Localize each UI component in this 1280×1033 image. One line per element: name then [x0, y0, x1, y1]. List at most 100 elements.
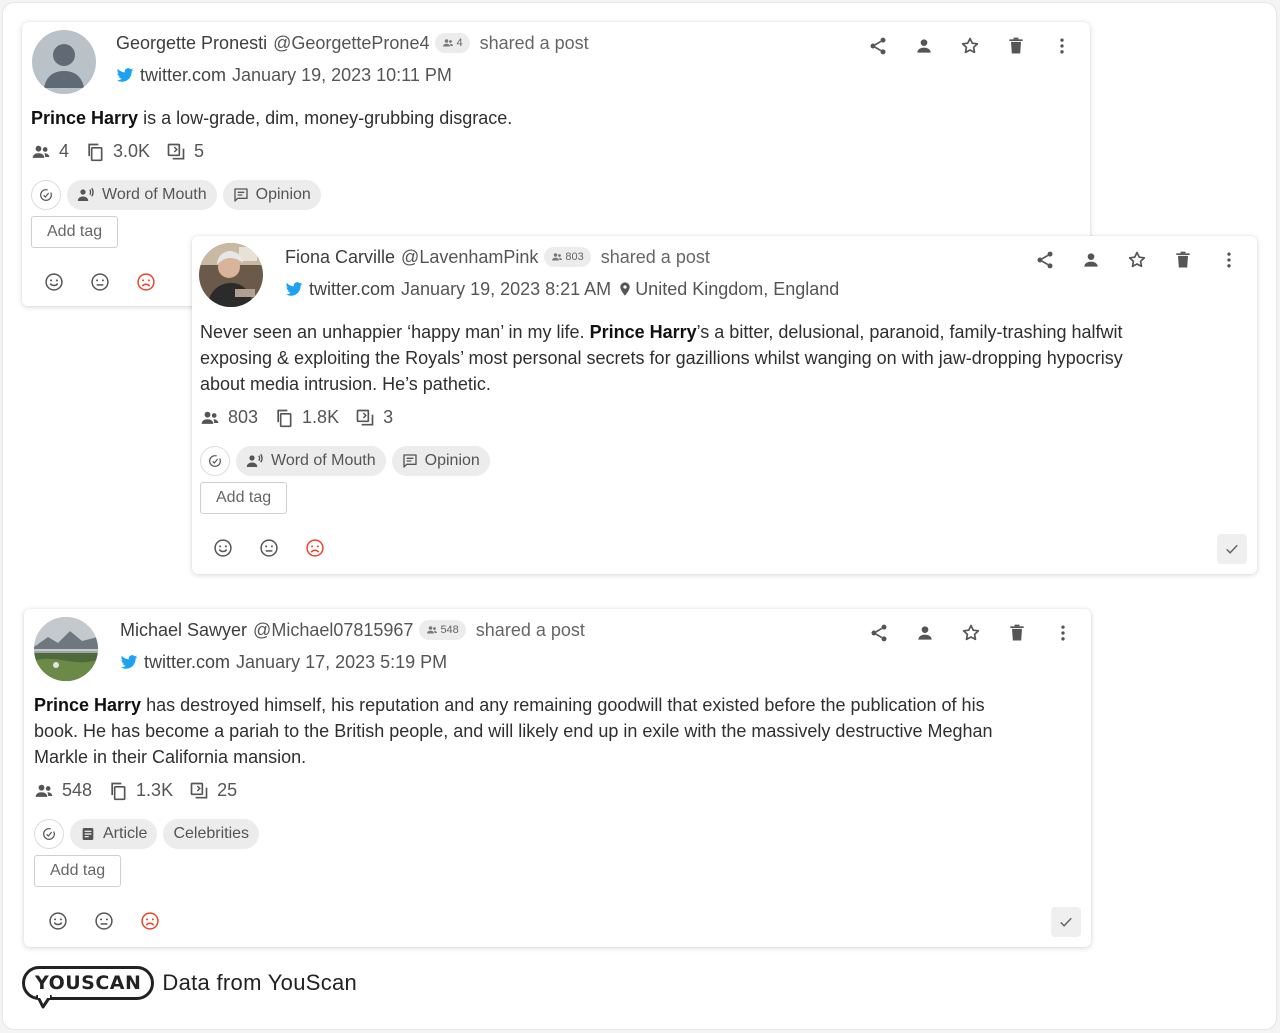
post-text-body: is a low-grade, dim, money-grubbing disg… — [138, 108, 513, 128]
audience-icon — [200, 408, 220, 428]
share-icon[interactable] — [869, 623, 889, 643]
post-card[interactable]: Fiona Carville @LavenhamPink 803 shared … — [192, 236, 1257, 574]
add-tag-button[interactable]: Add tag — [31, 216, 119, 248]
post-text-body: has destroyed himself, his reputation an… — [141, 695, 985, 715]
check-icon — [1057, 913, 1075, 931]
post-text-line: Markle in their California mansion. — [34, 747, 307, 767]
more-icon[interactable] — [1219, 250, 1239, 270]
add-tag-button[interactable]: Add tag — [200, 482, 288, 514]
auto-tag-icon — [41, 826, 57, 842]
reposts-value: 25 — [217, 780, 238, 800]
audience-stat: 4 — [31, 141, 69, 162]
share-icon[interactable] — [1035, 250, 1055, 270]
tag-chip[interactable]: Word of Mouth — [236, 446, 386, 476]
tag-chip[interactable]: Word of Mouth — [67, 180, 217, 210]
share-icon[interactable] — [868, 36, 888, 56]
author-avatar[interactable] — [34, 617, 98, 681]
positive-sentiment-icon[interactable] — [44, 272, 64, 292]
more-icon[interactable] — [1052, 36, 1072, 56]
reposts-stat: 25 — [189, 780, 237, 801]
mark-processed-button[interactable] — [1217, 534, 1247, 564]
post-text-line: about media intrusion. He’s pathetic. — [200, 374, 491, 394]
audience-value: 803 — [228, 407, 259, 427]
opinion-icon — [233, 187, 249, 203]
audience-value: 4 — [59, 141, 70, 161]
post-card[interactable]: Michael Sawyer @Michael07815967 548 shar… — [24, 609, 1091, 947]
auto-tag-button[interactable] — [31, 180, 61, 210]
star-icon[interactable] — [961, 623, 981, 643]
star-icon[interactable] — [1127, 250, 1147, 270]
neutral-sentiment-icon[interactable] — [259, 538, 279, 558]
author-profile-icon[interactable] — [914, 36, 934, 56]
author-avatar[interactable] — [199, 243, 263, 307]
twitter-icon — [116, 66, 134, 84]
post-tags: Article Celebrities — [34, 819, 260, 849]
author-handle[interactable]: @GeorgetteProne4 — [273, 32, 429, 54]
followers-badge: 548 — [419, 620, 466, 640]
star-icon[interactable] — [960, 36, 980, 56]
author-handle[interactable]: @Michael07815967 — [253, 619, 413, 641]
auto-tag-icon — [38, 187, 54, 203]
post-actions — [869, 623, 1073, 643]
source-link[interactable]: twitter.com — [144, 651, 230, 673]
engagement-stat: 1.3K — [108, 780, 173, 801]
source-link[interactable]: twitter.com — [140, 64, 226, 86]
post-text-line: book. He has become a pariah to the Brit… — [34, 721, 993, 741]
engagement-icon — [274, 408, 294, 428]
tag-chip[interactable]: Celebrities — [163, 819, 260, 849]
people-icon — [442, 37, 454, 49]
positive-sentiment-icon[interactable] — [48, 911, 68, 931]
post-action: shared a post — [479, 33, 589, 53]
word-of-mouth-icon — [77, 186, 95, 204]
positive-sentiment-icon[interactable] — [213, 538, 233, 558]
post-date[interactable]: January 19, 2023 8:21 AM — [401, 278, 611, 300]
mark-processed-button[interactable] — [1051, 907, 1081, 937]
tag-chip[interactable]: Opinion — [391, 446, 490, 476]
post-header: Michael Sawyer @Michael07815967 548 shar… — [120, 619, 585, 641]
tag-label: Opinion — [424, 452, 480, 469]
post-meta: twitter.com January 19, 2023 8:21 AM Uni… — [285, 278, 839, 300]
post-actions — [868, 36, 1072, 56]
word-of-mouth-icon — [246, 452, 264, 470]
author-name[interactable]: Fiona Carville — [285, 246, 395, 268]
neutral-sentiment-icon[interactable] — [90, 272, 110, 292]
post-actions — [1035, 250, 1239, 270]
author-name[interactable]: Georgette Pronesti — [116, 32, 267, 54]
negative-sentiment-icon[interactable] — [136, 272, 156, 292]
post-text-line: Prince Harry has destroyed himself, his … — [34, 692, 993, 718]
post-text: Prince Harry is a low-grade, dim, money-… — [31, 105, 512, 131]
auto-tag-button[interactable] — [200, 446, 230, 476]
article-icon — [80, 826, 96, 842]
reposts-value: 3 — [383, 407, 394, 427]
more-icon[interactable] — [1053, 623, 1073, 643]
tag-label: Word of Mouth — [271, 452, 376, 469]
author-profile-icon[interactable] — [1081, 250, 1101, 270]
source-link[interactable]: twitter.com — [309, 278, 395, 300]
post-meta: twitter.com January 17, 2023 5:19 PM — [120, 651, 447, 673]
followers-count: 4 — [456, 37, 463, 49]
tag-chip[interactable]: Opinion — [222, 180, 321, 210]
repost-icon — [189, 781, 209, 801]
author-name[interactable]: Michael Sawyer — [120, 619, 247, 641]
reposts-stat: 3 — [355, 407, 393, 428]
neutral-sentiment-icon[interactable] — [94, 911, 114, 931]
author-avatar[interactable] — [32, 30, 96, 94]
add-tag-button[interactable]: Add tag — [34, 855, 122, 887]
post-date[interactable]: January 19, 2023 10:11 PM — [232, 64, 452, 86]
auto-tag-button[interactable] — [34, 819, 64, 849]
tag-chip[interactable]: Article — [70, 819, 158, 849]
audience-icon — [31, 142, 51, 162]
trash-icon[interactable] — [1173, 250, 1193, 270]
negative-sentiment-icon[interactable] — [305, 538, 325, 558]
check-icon — [1223, 540, 1241, 558]
followers-count: 548 — [440, 624, 459, 636]
trash-icon[interactable] — [1006, 36, 1026, 56]
author-profile-icon[interactable] — [915, 623, 935, 643]
post-date[interactable]: January 17, 2023 5:19 PM — [236, 651, 447, 673]
author-handle[interactable]: @LavenhamPink — [401, 246, 538, 268]
location-pin-icon — [617, 280, 633, 298]
trash-icon[interactable] — [1007, 623, 1027, 643]
negative-sentiment-icon[interactable] — [140, 911, 160, 931]
post-text: Never seen an unhappier ‘happy man’ in m… — [200, 319, 1123, 397]
logo-text: YOUSCAN — [35, 972, 142, 994]
